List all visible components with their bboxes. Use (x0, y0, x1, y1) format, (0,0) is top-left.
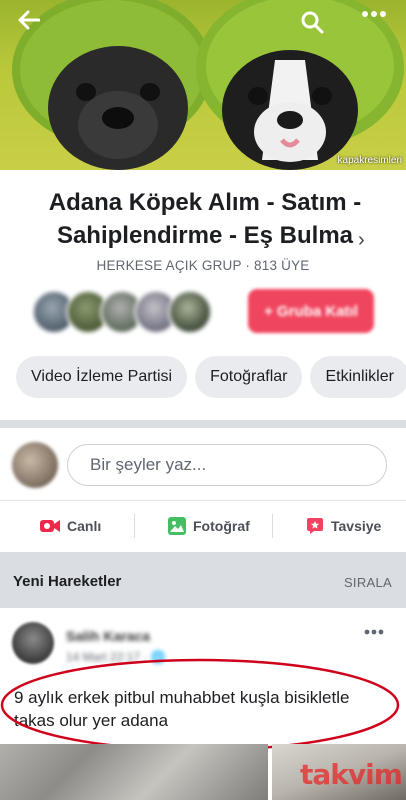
section-divider (0, 420, 406, 428)
composer-input[interactable]: Bir şeyler yaz... (67, 444, 387, 486)
chip-watch-party[interactable]: Video İzleme Partisi (16, 356, 188, 398)
group-name[interactable]: Adana Köpek Alım - Satım - Sahiplendirme… (0, 186, 406, 252)
recommend-button[interactable]: Tavsiye (306, 510, 381, 542)
recommend-icon (306, 517, 324, 535)
post-images[interactable]: takvim (0, 744, 406, 800)
divider (272, 514, 273, 538)
group-cover-photo: kapakresimleri (0, 0, 406, 170)
divider (134, 514, 135, 538)
sort-button[interactable]: SIRALA (344, 575, 392, 590)
cover-image (12, 0, 404, 170)
post-more-icon[interactable] (362, 624, 386, 640)
live-label: Canlı (67, 518, 102, 534)
photo-icon (168, 517, 186, 535)
group-privacy-members: HERKESE AÇIK GRUP · 813 ÜYE (96, 258, 310, 273)
cover-watermark-caption: kapakresimleri (337, 155, 402, 166)
watermark-logo: takvim (300, 758, 403, 791)
divider (0, 500, 406, 501)
live-button[interactable]: Canlı (40, 510, 101, 542)
chip-photos[interactable]: Fotoğraflar (195, 356, 303, 398)
search-icon[interactable] (300, 10, 326, 36)
chevron-right-icon[interactable]: › (358, 229, 365, 252)
back-arrow-icon[interactable] (18, 10, 44, 36)
more-dots-icon[interactable] (362, 10, 388, 36)
photo-button[interactable]: Fotoğraf (168, 510, 250, 542)
post-image[interactable] (0, 744, 268, 800)
post-author-avatar[interactable] (12, 622, 54, 664)
recommend-label: Tavsiye (331, 518, 382, 534)
group-tabs: Video İzleme Partisi Fotoğraflar Etkinlikl… (16, 356, 406, 398)
user-avatar (12, 442, 58, 488)
composer-actions: Canlı Fotoğraf Tavsiye (0, 510, 406, 542)
post-text: 9 aylık erkek pitbul muhabbet kuşla bisi… (14, 688, 350, 730)
new-activity-title: Yeni Hareketler (13, 573, 122, 590)
chip-events[interactable]: Etkinlikler (310, 356, 406, 398)
post-author-name[interactable]: Salih Karaca (66, 628, 150, 644)
member-avatar[interactable] (168, 290, 212, 334)
photo-label: Fotoğraf (193, 518, 250, 534)
live-video-icon (40, 519, 60, 533)
post-timestamp: 14 Mart 22:17 · 🌐 (66, 650, 166, 664)
join-group-button[interactable]: + Gruba Katıl (248, 289, 374, 333)
